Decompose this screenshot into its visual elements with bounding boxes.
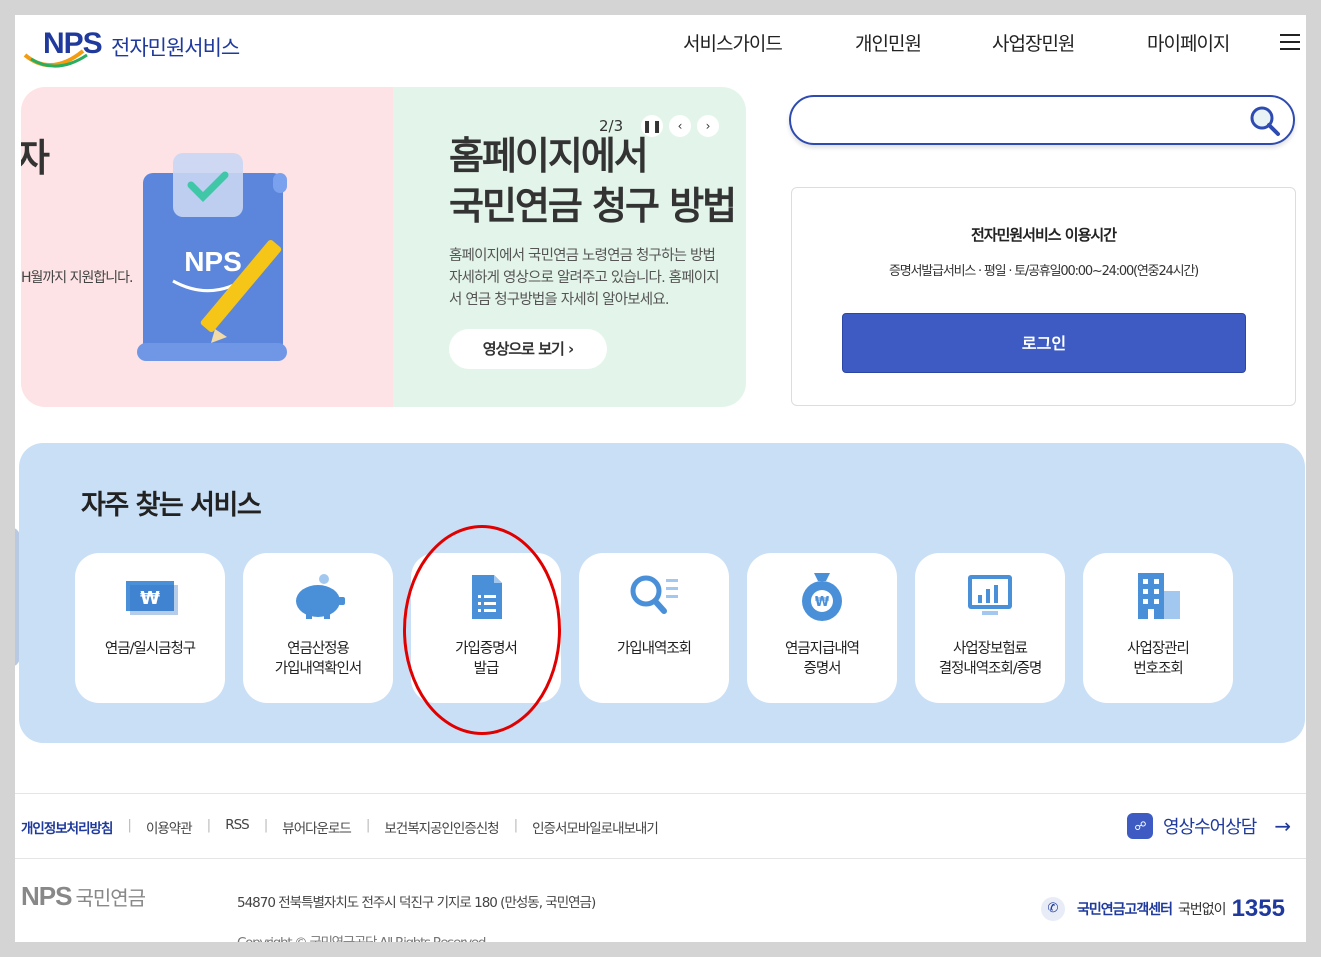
footer-copyright: Copyright © 국민연금공단 All Rights Reserved. [237, 931, 489, 942]
money-bag-icon: ₩ [802, 573, 842, 621]
footer-link-viewer[interactable]: 뷰어다운로드 [282, 817, 352, 837]
nav-business[interactable]: 사업장민원 [992, 29, 1102, 56]
footer-link-certificate[interactable]: 보건복지공인인증신청 [384, 817, 499, 837]
sign-language-consult-label: 영상수어상담 [1163, 817, 1257, 838]
quick-card-label: 사업장보험료 결정내역조회/증명 [938, 641, 1043, 677]
footer-links: 개인정보처리방침 | 이용약관 | RSS | 뷰어다운로드 | 보건복지공인인증신청 |… [21, 817, 659, 837]
footer-link-terms[interactable]: 이용약관 [146, 817, 193, 837]
quick-services-section: 자주 찾는 서비스 ₩ 연금/일시금청구 연금산정용 가입내역확인서 가입증명서… [19, 443, 1305, 743]
highlight-circle-annotation [403, 525, 561, 735]
quick-services-title: 자주 찾는 서비스 [81, 490, 262, 521]
watch-video-button[interactable]: 영상으로 보기 › [449, 329, 607, 369]
footer-logo-nps: NPS [21, 881, 72, 911]
search-list-icon [630, 575, 678, 614]
footer-link-export-cert[interactable]: 인증서모바일로내보내기 [532, 817, 659, 837]
sign-language-consult-link[interactable]: ☍ 영상수어상담 → [1127, 813, 1291, 839]
logo-text: NPS [43, 27, 103, 60]
doc-logo-text: NPS [184, 246, 242, 277]
service-hours-title: 전자민원서비스 이용시간 [970, 226, 1117, 244]
footer-logo: NPS 국민연금 [21, 881, 146, 912]
arrow-right-icon: → [1274, 814, 1291, 838]
nps-logo-mark: NPS [21, 25, 107, 69]
won-card-icon: ₩ [126, 581, 178, 615]
call-center: ✆ 국민연금고객센터 국번없이 1355 [1041, 895, 1285, 923]
video-chat-icon: ☍ [1127, 813, 1153, 839]
site-logo[interactable]: NPS 전자민원서비스 [21, 25, 240, 69]
quick-card-label: 연금지급내역 증명서 [784, 641, 860, 677]
footer-logo-kor: 국민연금 [75, 886, 146, 910]
quick-card-business-number[interactable]: 사업장관리 번호조회 [1083, 553, 1233, 703]
footer-divider [15, 858, 1306, 859]
search-box [789, 95, 1295, 145]
login-button[interactable]: 로그인 [842, 313, 1246, 373]
logo-subtitle: 전자민원서비스 [111, 36, 240, 60]
nav-service-guide[interactable]: 서비스가이드 [683, 29, 793, 56]
quick-card-label: 사업장관리 번호조회 [1127, 641, 1190, 677]
quick-card-pension-calc[interactable]: 연금산정용 가입내역확인서 [243, 553, 393, 703]
quick-card-label: 연금/일시금청구 [104, 641, 196, 657]
svg-text:₩: ₩ [140, 588, 160, 609]
building-icon [1138, 573, 1180, 619]
call-center-name: 국민연금고객센터 [1077, 902, 1173, 918]
call-center-number[interactable]: 1355 [1232, 895, 1285, 923]
quick-card-pension-claim[interactable]: ₩ 연금/일시금청구 [75, 553, 225, 703]
menu-hamburger-icon[interactable] [1280, 34, 1300, 51]
phone-icon: ✆ [1041, 897, 1065, 921]
svg-text:₩: ₩ [815, 595, 830, 610]
nav-mypage[interactable]: 마이페이지 [1147, 29, 1257, 56]
piggy-bank-icon [296, 574, 345, 619]
footer-link-privacy[interactable]: 개인정보처리방침 [21, 817, 113, 837]
banner-prev-title-fragment: 자 [21, 136, 50, 180]
page: NPS 전자민원서비스 서비스가이드 개인민원 사업장민원 마이페이지 자 H월… [15, 15, 1306, 942]
main-banner[interactable]: 자 H월까지 지원합니다. NPS 2/3 ❚❚ ‹ › 홈페이지에서 국민연금… [21, 87, 746, 407]
quick-card-payment-certificate[interactable]: ₩ 연금지급내역 증명서 [747, 553, 897, 703]
login-panel: 전자민원서비스 이용시간 증명서발급서비스 · 평일 · 토/공휴일00:00~… [791, 187, 1296, 406]
banner-prev-desc-fragment: H월까지 지원합니다. [21, 270, 133, 286]
service-hours-text: 증명서발급서비스 · 평일 · 토/공휴일00:00~24:00(연중24시간) [889, 264, 1199, 279]
nav-personal[interactable]: 개인민원 [855, 29, 945, 56]
search-input[interactable] [811, 97, 1251, 141]
footer-link-rss[interactable]: RSS [225, 817, 250, 837]
banner-title: 홈페이지에서 국민연금 청구 방법 [449, 134, 737, 228]
chart-monitor-icon [968, 575, 1012, 615]
quick-card-label: 연금산정용 가입내역확인서 [274, 641, 362, 677]
footer-address: 54870 전북특별자치도 전주시 덕진구 기지로 180 (만성동, 국민연금… [237, 895, 596, 911]
document-pencil-illustration: NPS [137, 153, 287, 361]
banner-description: 홈페이지에서 국민연금 노령연금 청구하는 방법 자세하게 영상으로 알려주고 … [449, 248, 720, 308]
quick-card-label: 가입내역조회 [616, 641, 692, 657]
search-icon[interactable] [1249, 105, 1281, 137]
quick-card-membership-history[interactable]: 가입내역조회 [579, 553, 729, 703]
footer-divider [15, 793, 1306, 794]
banner-slide-prev: 자 H월까지 지원합니다. NPS [21, 87, 393, 407]
quick-card-business-premium[interactable]: 사업장보험료 결정내역조회/증명 [915, 553, 1065, 703]
call-center-toll: 국번없이 [1178, 902, 1227, 918]
